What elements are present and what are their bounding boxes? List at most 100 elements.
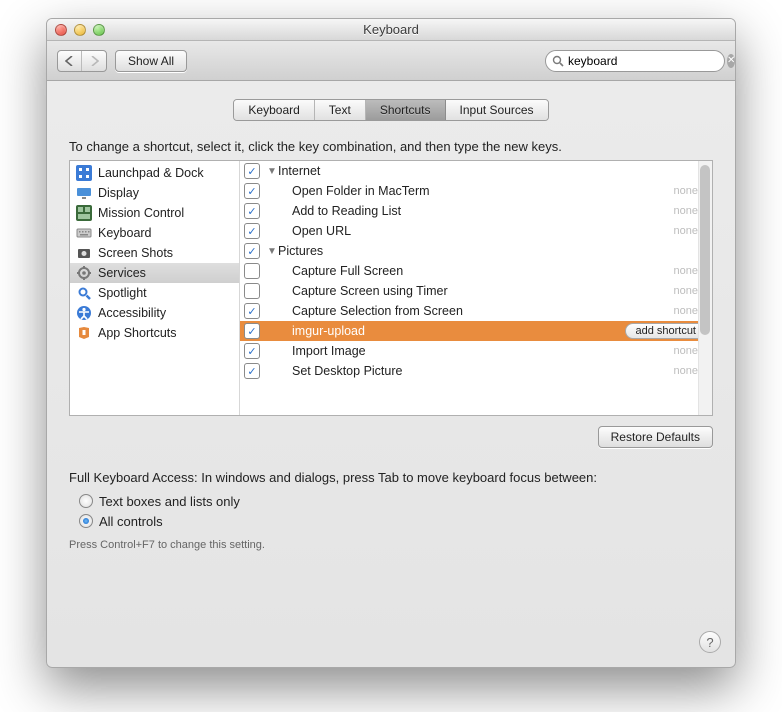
- shortcut-row[interactable]: ✓Capture Selection from Screennone: [240, 301, 712, 321]
- category-item[interactable]: Mission Control: [70, 203, 239, 223]
- checkbox[interactable]: ✓: [244, 283, 260, 299]
- search-field[interactable]: ✕: [545, 50, 725, 72]
- checkbox[interactable]: ✓: [244, 323, 260, 339]
- category-label: Spotlight: [98, 286, 147, 300]
- category-label: App Shortcuts: [98, 326, 177, 340]
- shortcut-row[interactable]: ✓imgur-uploadadd shortcut: [240, 321, 712, 341]
- tab-group: Keyboard Text Shortcuts Input Sources: [233, 99, 548, 121]
- fka-label: Full Keyboard Access: In windows and dia…: [69, 470, 713, 485]
- clear-search-icon[interactable]: ✕: [727, 54, 735, 68]
- nav-segmented: [57, 50, 107, 72]
- disclosure-icon[interactable]: ▼: [266, 246, 278, 257]
- tabs: Keyboard Text Shortcuts Input Sources: [69, 99, 713, 121]
- category-item[interactable]: Spotlight: [70, 283, 239, 303]
- tab-input-sources[interactable]: Input Sources: [446, 100, 548, 120]
- item-label: Internet: [278, 164, 706, 178]
- show-all-button[interactable]: Show All: [115, 50, 187, 72]
- checkbox[interactable]: ✓: [244, 243, 260, 259]
- tab-label: Input Sources: [460, 103, 534, 117]
- add-shortcut-button[interactable]: add shortcut: [625, 323, 706, 339]
- tab-text[interactable]: Text: [315, 100, 366, 120]
- fka-hint: Press Control+F7 to change this setting.: [69, 539, 713, 551]
- category-label: Display: [98, 186, 139, 200]
- search-icon: [552, 55, 564, 67]
- tab-label: Shortcuts: [380, 103, 431, 117]
- item-label: Open URL: [292, 224, 674, 238]
- help-button[interactable]: ?: [699, 631, 721, 653]
- tab-label: Text: [329, 103, 351, 117]
- checkbox[interactable]: ✓: [244, 183, 260, 199]
- category-label: Launchpad & Dock: [98, 166, 204, 180]
- category-label: Mission Control: [98, 206, 184, 220]
- titlebar: Keyboard: [47, 19, 735, 41]
- radio-label: All controls: [99, 514, 163, 529]
- restore-defaults-label: Restore Defaults: [611, 430, 700, 444]
- instruction-text: To change a shortcut, select it, click t…: [69, 139, 713, 154]
- category-label: Keyboard: [98, 226, 152, 240]
- item-label: Set Desktop Picture: [292, 364, 674, 378]
- category-item[interactable]: Accessibility: [70, 303, 239, 323]
- appshortcuts-icon: [76, 325, 92, 341]
- toolbar: Show All ✕: [47, 41, 735, 81]
- window-controls: [55, 24, 105, 36]
- tab-label: Keyboard: [248, 103, 299, 117]
- group-header[interactable]: ✓ ▼Internet: [240, 161, 712, 181]
- content-area: Keyboard Text Shortcuts Input Sources To…: [47, 81, 735, 569]
- shortcut-row[interactable]: ✓Import Imagenone: [240, 341, 712, 361]
- zoom-icon[interactable]: [93, 24, 105, 36]
- keyboard-icon: [76, 225, 92, 241]
- tab-shortcuts[interactable]: Shortcuts: [366, 100, 446, 120]
- close-icon[interactable]: [55, 24, 67, 36]
- radio-label: Text boxes and lists only: [99, 494, 240, 509]
- checkbox[interactable]: ✓: [244, 343, 260, 359]
- checkbox[interactable]: ✓: [244, 363, 260, 379]
- category-list[interactable]: Launchpad & Dock Display Mission Control Ke…: [70, 161, 240, 415]
- shortcut-row[interactable]: ✓Capture Full Screennone: [240, 261, 712, 281]
- category-item[interactable]: Screen Shots: [70, 243, 239, 263]
- category-item[interactable]: Services: [70, 263, 239, 283]
- category-item[interactable]: App Shortcuts: [70, 323, 239, 343]
- checkbox[interactable]: ✓: [244, 303, 260, 319]
- item-label: Add to Reading List: [292, 204, 674, 218]
- accessibility-icon: [76, 305, 92, 321]
- category-label: Screen Shots: [98, 246, 173, 260]
- category-item[interactable]: Launchpad & Dock: [70, 163, 239, 183]
- item-label: Capture Selection from Screen: [292, 304, 674, 318]
- forward-button[interactable]: [82, 51, 106, 71]
- scroll-thumb[interactable]: [700, 165, 710, 335]
- group-header[interactable]: ✓ ▼Pictures: [240, 241, 712, 261]
- tab-keyboard[interactable]: Keyboard: [234, 100, 314, 120]
- checkbox[interactable]: ✓: [244, 263, 260, 279]
- checkbox[interactable]: ✓: [244, 163, 260, 179]
- category-item[interactable]: Display: [70, 183, 239, 203]
- shortcut-row[interactable]: ✓Capture Screen using Timernone: [240, 281, 712, 301]
- radio-allcontrols[interactable]: [79, 514, 93, 528]
- mission-icon: [76, 205, 92, 221]
- item-label: Import Image: [292, 344, 674, 358]
- show-all-label: Show All: [128, 54, 174, 68]
- restore-defaults-button[interactable]: Restore Defaults: [598, 426, 713, 448]
- display-icon: [76, 185, 92, 201]
- category-item[interactable]: Keyboard: [70, 223, 239, 243]
- category-label: Accessibility: [98, 306, 166, 320]
- search-input[interactable]: [568, 54, 723, 68]
- item-label: Capture Screen using Timer: [292, 284, 674, 298]
- shortcut-row[interactable]: ✓Add to Reading Listnone: [240, 201, 712, 221]
- preferences-window: Keyboard Show All ✕ Keyboard Text: [46, 18, 736, 668]
- item-label: Open Folder in MacTerm: [292, 184, 674, 198]
- checkbox[interactable]: ✓: [244, 223, 260, 239]
- screenshot-icon: [76, 245, 92, 261]
- shortcut-row[interactable]: ✓Open URLnone: [240, 221, 712, 241]
- disclosure-icon[interactable]: ▼: [266, 166, 278, 177]
- item-label: Pictures: [278, 244, 706, 258]
- scrollbar[interactable]: [698, 161, 712, 415]
- checkbox[interactable]: ✓: [244, 203, 260, 219]
- help-icon: ?: [706, 635, 713, 650]
- radio-textboxes[interactable]: [79, 494, 93, 508]
- split-pane: Launchpad & Dock Display Mission Control Ke…: [69, 160, 713, 416]
- minimize-icon[interactable]: [74, 24, 86, 36]
- shortcut-row[interactable]: ✓Set Desktop Picturenone: [240, 361, 712, 381]
- back-button[interactable]: [58, 51, 82, 71]
- shortcut-row[interactable]: ✓Open Folder in MacTermnone: [240, 181, 712, 201]
- shortcut-list[interactable]: ✓▼Internet✓Open Folder in MacTermnone✓Ad…: [240, 161, 712, 415]
